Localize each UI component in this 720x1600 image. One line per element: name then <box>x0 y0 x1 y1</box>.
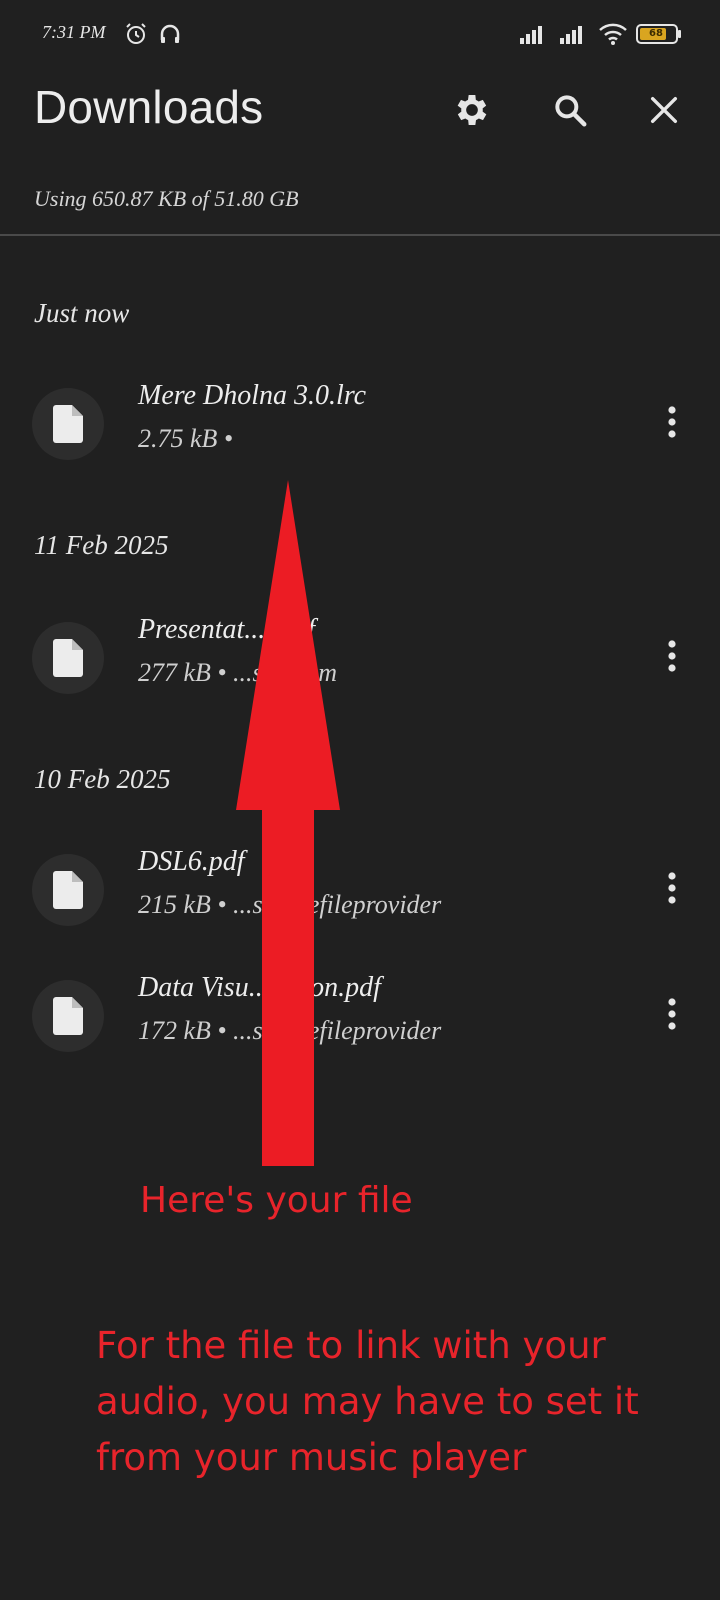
file-icon <box>32 622 104 694</box>
more-options-button[interactable] <box>646 626 698 686</box>
file-row[interactable]: Data Visu...zation.pdf 172 kB • ...secur… <box>0 970 720 1070</box>
signal-icon <box>560 24 588 49</box>
more-vert-icon <box>668 998 676 1030</box>
search-icon <box>551 91 589 134</box>
close-icon <box>647 93 681 132</box>
section-heading: 11 Feb 2025 <box>34 530 169 560</box>
more-vert-icon <box>668 406 676 438</box>
wifi-icon <box>598 22 628 51</box>
divider <box>0 234 720 236</box>
alarm-icon <box>124 22 148 51</box>
section-heading: Just now <box>34 298 130 328</box>
section-heading: 10 Feb 2025 <box>34 764 171 794</box>
search-button[interactable] <box>542 84 598 140</box>
annotation-note: For the file to link with your audio, yo… <box>96 1324 639 1479</box>
arrow-up-icon <box>236 480 340 1171</box>
file-row[interactable]: Mere Dholna 3.0.lrc 2.75 kB • <box>0 378 720 478</box>
battery-level: 68 <box>649 28 663 39</box>
more-options-button[interactable] <box>646 392 698 452</box>
signal-icon <box>520 24 548 49</box>
storage-usage-text: Using 650.87 KB of 51.80 GB <box>34 186 299 211</box>
battery-icon: 68 <box>636 24 682 49</box>
file-row[interactable]: DSL6.pdf 215 kB • ...securefileprovider <box>0 844 720 944</box>
status-time: 7:31 PM <box>42 22 106 42</box>
file-name: Mere Dholna 3.0.lrc <box>138 380 367 411</box>
annotation-caption: Here's your file <box>140 1180 413 1221</box>
close-button[interactable] <box>636 84 692 140</box>
page-title: Downloads <box>34 81 264 133</box>
more-options-button[interactable] <box>646 984 698 1044</box>
file-icon <box>32 980 104 1052</box>
more-options-button[interactable] <box>646 858 698 918</box>
headphones-icon <box>158 22 182 51</box>
file-icon <box>32 854 104 926</box>
more-vert-icon <box>668 640 676 672</box>
file-icon <box>32 388 104 460</box>
file-row[interactable]: Presentat... .pdf 277 kB • ...sbx.com <box>0 612 720 712</box>
gear-icon <box>452 90 492 135</box>
more-vert-icon <box>668 872 676 904</box>
file-name: DSL6.pdf <box>138 846 245 877</box>
file-meta: 2.75 kB • <box>138 424 234 453</box>
settings-button[interactable] <box>444 84 500 140</box>
